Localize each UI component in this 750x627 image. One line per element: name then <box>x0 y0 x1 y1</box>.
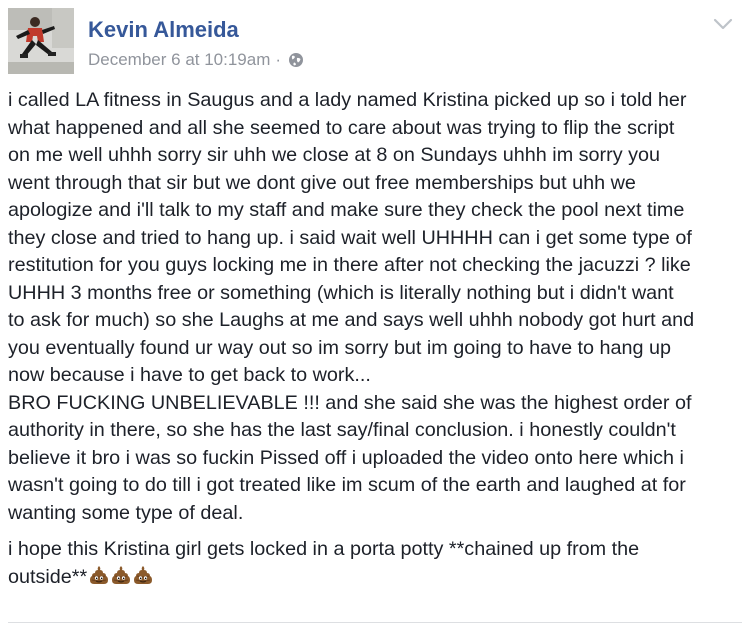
post-timestamp[interactable]: December 6 at 10:19am <box>88 50 270 70</box>
post-paragraph-1: i called LA fitness in Saugus and a lady… <box>8 89 695 524</box>
facebook-post: Kevin Almeida December 6 at 10:19am · i … <box>0 0 750 627</box>
avatar-photo <box>8 8 74 74</box>
post-header: Kevin Almeida December 6 at 10:19am · <box>8 8 742 74</box>
pile-of-poo-icon <box>90 565 109 584</box>
globe-icon[interactable] <box>288 52 304 68</box>
pile-of-poo-icon <box>134 565 153 584</box>
author-name-link[interactable]: Kevin Almeida <box>88 17 239 43</box>
meta-separator: · <box>275 50 282 69</box>
post-divider <box>8 622 742 623</box>
post-body: i called LA fitness in Saugus and a lady… <box>8 87 744 591</box>
post-paragraph-2: i hope this Kristina girl gets locked in… <box>8 536 744 591</box>
chevron-down-icon[interactable] <box>712 16 734 32</box>
emoji-group <box>87 565 153 588</box>
post-meta: December 6 at 10:19am · <box>88 50 304 70</box>
avatar[interactable] <box>8 8 74 74</box>
pile-of-poo-icon <box>112 565 131 584</box>
